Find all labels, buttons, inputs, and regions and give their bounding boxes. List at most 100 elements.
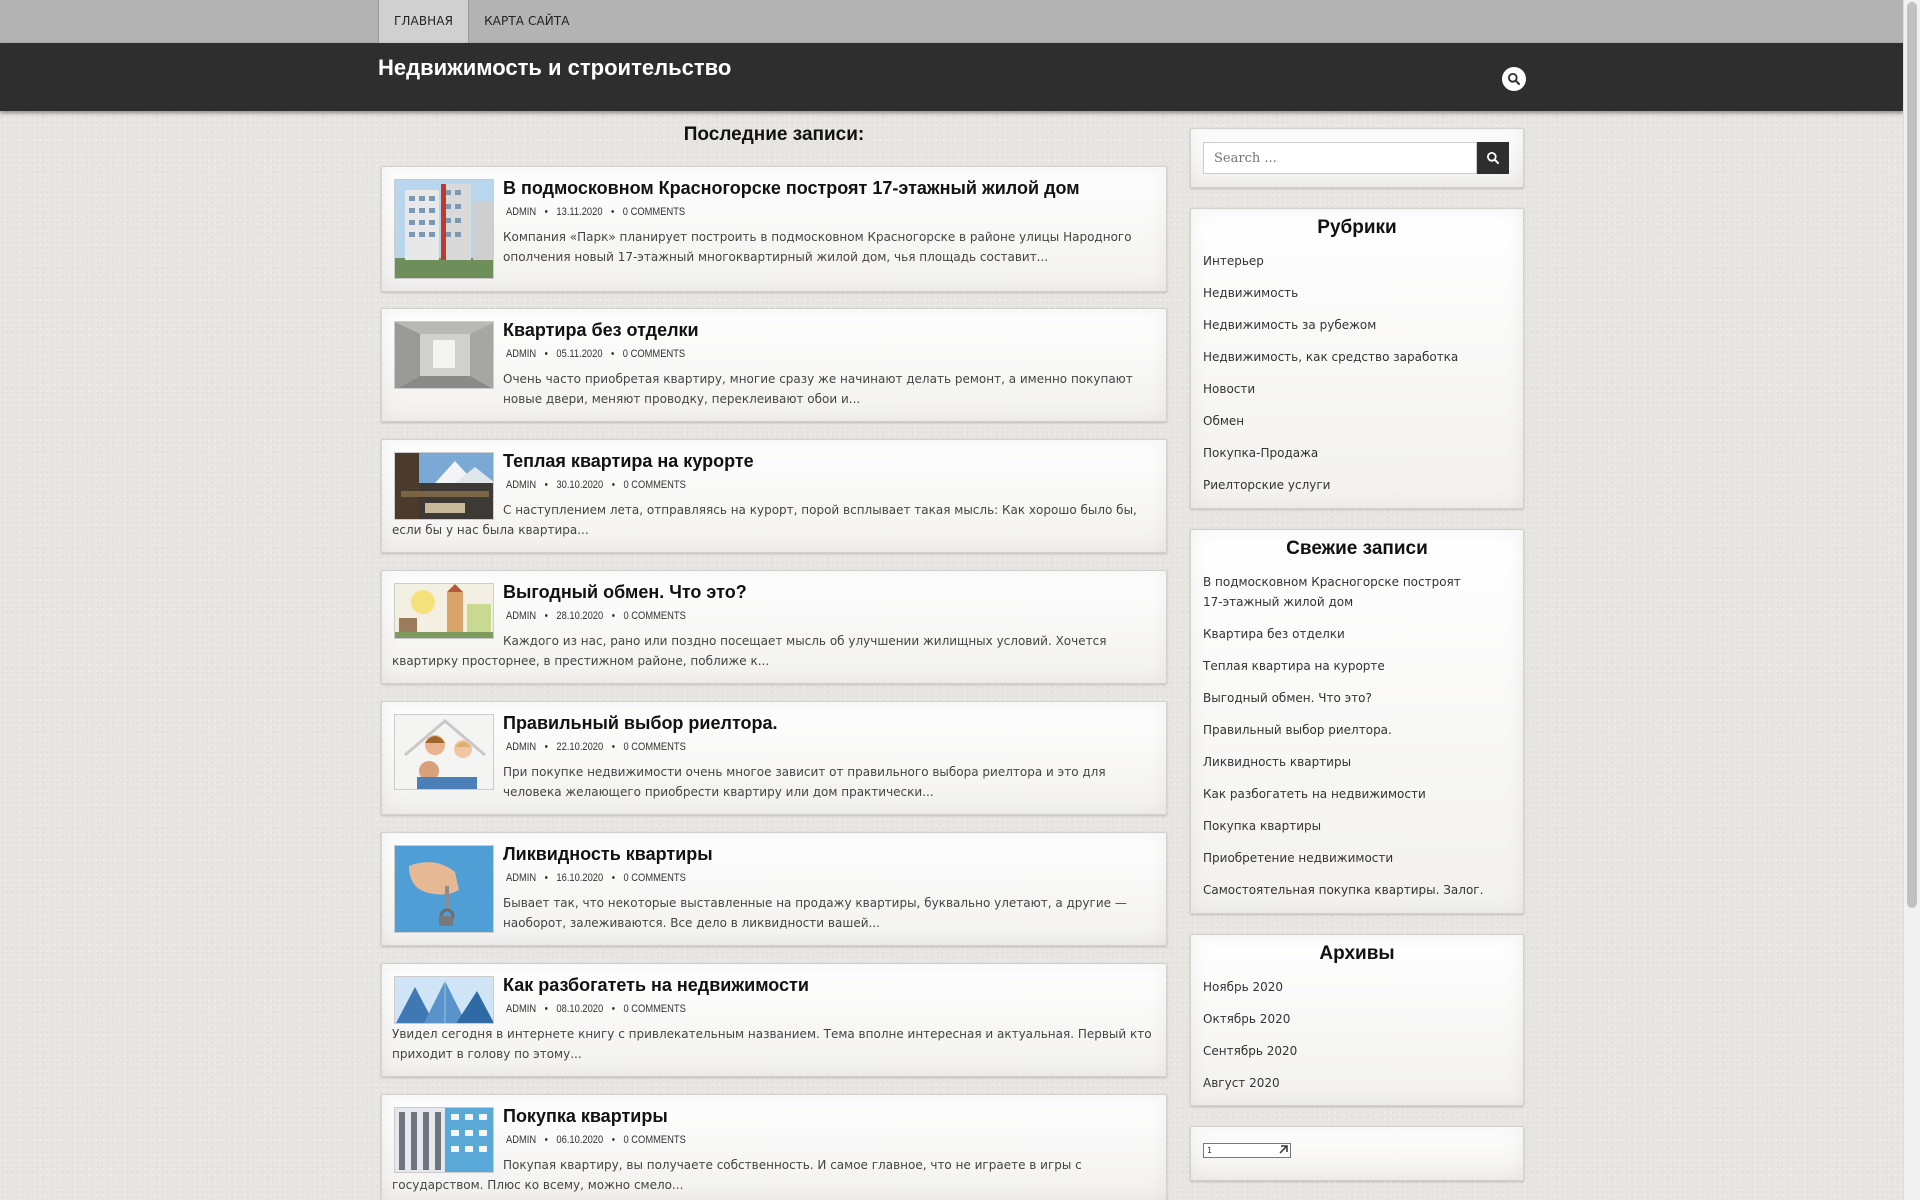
category-link[interactable]: Недвижимость за рубежом (1203, 315, 1503, 335)
post-meta: ADMIN • 06.10.2020 • 0 COMMENTS (506, 1134, 686, 1146)
recent-post-link[interactable]: Самостоятельная покупка квартиры. Залог. (1203, 880, 1503, 900)
archive-link[interactable]: Сентябрь 2020 (1203, 1041, 1503, 1061)
archive-link[interactable]: Август 2020 (1203, 1073, 1503, 1093)
post-author[interactable]: ADMIN (506, 1003, 536, 1015)
search-icon (1487, 152, 1499, 164)
category-link[interactable]: Покупка-Продажа (1203, 443, 1503, 463)
post-title[interactable]: Покупка квартиры (503, 1106, 668, 1127)
post-thumbnail[interactable] (394, 179, 494, 279)
search-input[interactable] (1203, 142, 1477, 174)
post-date[interactable]: 13.11.2020 (556, 206, 602, 218)
post-author[interactable]: ADMIN (506, 610, 536, 622)
post-thumbnail[interactable] (394, 976, 494, 1024)
post-thumbnail[interactable] (394, 321, 494, 389)
categories-list: Интерьер Недвижимость Недвижимость за ру… (1203, 251, 1503, 507)
post-excerpt: Покупая квартиру, вы получаете собственн… (392, 1158, 1082, 1192)
archive-link[interactable]: Ноябрь 2020 (1203, 977, 1503, 997)
post-date[interactable]: 06.10.2020 (556, 1134, 603, 1146)
recent-post-link[interactable]: Ликвидность квартиры (1203, 752, 1503, 772)
post-comments[interactable]: 0 COMMENTS (623, 479, 685, 491)
recent-post-link[interactable]: Покупка квартиры (1203, 816, 1503, 836)
archives-widget: Архивы Ноябрь 2020 Октябрь 2020 Сентябрь… (1190, 934, 1524, 1106)
post-title[interactable]: В подмосковном Красногорске построят 17-… (503, 178, 1080, 199)
search-submit-button[interactable] (1477, 142, 1509, 174)
post-date[interactable]: 08.10.2020 (556, 1003, 603, 1015)
recent-post-link[interactable]: Как разбогатеть на недвижимости (1203, 784, 1503, 804)
page-title: Последние записи: (683, 124, 865, 145)
recent-post-link[interactable]: Правильный выбор риелтора. (1203, 720, 1503, 740)
post-author[interactable]: ADMIN (506, 206, 536, 218)
recent-post-link[interactable]: Квартира без отделки (1203, 624, 1503, 644)
post-title[interactable]: Теплая квартира на курорте (503, 451, 754, 472)
post-excerpt: При покупке недвижимости очень многое за… (503, 765, 1106, 799)
post-meta: ADMIN • 08.10.2020 • 0 COMMENTS (506, 1003, 686, 1015)
recent-post-link[interactable]: Выгодный обмен. Что это? (1203, 688, 1503, 708)
archives-list: Ноябрь 2020 Октябрь 2020 Сентябрь 2020 А… (1203, 977, 1503, 1105)
post-comments[interactable]: 0 COMMENTS (623, 1003, 685, 1015)
post-comments[interactable]: 0 COMMENTS (623, 206, 685, 218)
category-link[interactable]: Недвижимость, как средство заработка (1203, 347, 1503, 367)
post-card: Покупка квартиры ADMIN • 06.10.2020 • 0 CO… (381, 1094, 1167, 1200)
recent-post-link[interactable]: Теплая квартира на курорте (1203, 656, 1503, 676)
post-comments[interactable]: 0 COMMENTS (623, 741, 685, 753)
post-date[interactable]: 16.10.2020 (556, 872, 603, 884)
site-title[interactable]: Недвижимость и строительство (378, 55, 731, 81)
nav-item-sitemap[interactable]: КАРТА САЙТА (469, 0, 585, 43)
category-link[interactable]: Риелторские услуги (1203, 475, 1503, 495)
post-author[interactable]: ADMIN (506, 741, 536, 753)
post-meta: ADMIN • 13.11.2020 • 0 COMMENTS (506, 206, 686, 218)
search-widget (1190, 128, 1524, 188)
post-title[interactable]: Как разбогатеть на недвижимости (503, 975, 809, 996)
post-title[interactable]: Правильный выбор риелтора. (503, 713, 778, 734)
post-thumbnail[interactable] (394, 714, 494, 790)
post-author[interactable]: ADMIN (506, 872, 536, 884)
post-comments[interactable]: 0 COMMENTS (623, 348, 685, 360)
post-comments[interactable]: 0 COMMENTS (623, 610, 685, 622)
counter-widget: 1 (1190, 1126, 1524, 1181)
scrollbar-thumb[interactable] (1907, 2, 1917, 908)
post-author[interactable]: ADMIN (506, 348, 536, 360)
categories-widget: Рубрики Интерьер Недвижимость Недвижимос… (1190, 208, 1524, 509)
widget-title: Рубрики (1317, 217, 1397, 238)
category-link[interactable]: Интерьер (1203, 251, 1503, 271)
search-icon (1508, 73, 1520, 85)
post-date[interactable]: 05.11.2020 (556, 348, 602, 360)
post-meta: ADMIN • 28.10.2020 • 0 COMMENTS (506, 610, 686, 622)
post-title[interactable]: Выгодный обмен. Что это? (503, 582, 747, 603)
post-meta: ADMIN • 16.10.2020 • 0 COMMENTS (506, 872, 686, 884)
post-card: Выгодный обмен. Что это? ADMIN • 28.10.20… (381, 570, 1167, 684)
post-date[interactable]: 22.10.2020 (556, 741, 603, 753)
post-meta: ADMIN • 22.10.2020 • 0 COMMENTS (506, 741, 686, 753)
header-search-button[interactable] (1502, 67, 1526, 91)
widget-title: Архивы (1319, 943, 1395, 964)
post-excerpt: С наступлением лета, отправляясь на куро… (392, 503, 1137, 537)
post-author[interactable]: ADMIN (506, 479, 536, 491)
widget-title: Свежие записи (1286, 538, 1428, 559)
site-header: Недвижимость и строительство (0, 43, 1904, 111)
top-nav-menu: ГЛАВНАЯ КАРТА САЙТА (378, 0, 585, 43)
post-comments[interactable]: 0 COMMENTS (623, 872, 685, 884)
nav-item-home[interactable]: ГЛАВНАЯ (378, 0, 470, 43)
category-link[interactable]: Обмен (1203, 411, 1503, 431)
post-comments[interactable]: 0 COMMENTS (623, 1134, 685, 1146)
post-meta: ADMIN • 05.11.2020 • 0 COMMENTS (506, 348, 686, 360)
recent-post-link[interactable]: Приобретение недвижимости (1203, 848, 1503, 868)
external-link-icon (1279, 1145, 1288, 1154)
category-link[interactable]: Недвижимость (1203, 283, 1503, 303)
post-author[interactable]: ADMIN (506, 1134, 536, 1146)
visit-counter[interactable]: 1 (1203, 1143, 1291, 1158)
category-link[interactable]: Новости (1203, 379, 1503, 399)
page-scrollbar[interactable] (1903, 0, 1920, 1200)
post-card: Правильный выбор риелтора. ADMIN • 22.10.… (381, 701, 1167, 815)
post-card: Теплая квартира на курорте ADMIN • 30.10.… (381, 439, 1167, 553)
post-title[interactable]: Ликвидность квартиры (503, 844, 713, 865)
archive-link[interactable]: Октябрь 2020 (1203, 1009, 1503, 1029)
post-date[interactable]: 28.10.2020 (556, 610, 603, 622)
post-excerpt: Бывает так, что некоторые выставленные н… (503, 896, 1127, 930)
post-excerpt: Каждого из нас, рано или поздно посещает… (392, 634, 1107, 668)
top-navigation: ГЛАВНАЯ КАРТА САЙТА (0, 0, 1904, 44)
post-thumbnail[interactable] (394, 845, 494, 933)
post-date[interactable]: 30.10.2020 (556, 479, 603, 491)
post-title[interactable]: Квартира без отделки (503, 320, 699, 341)
recent-post-link[interactable]: В подмосковном Красногорске построят 17-… (1203, 572, 1473, 612)
